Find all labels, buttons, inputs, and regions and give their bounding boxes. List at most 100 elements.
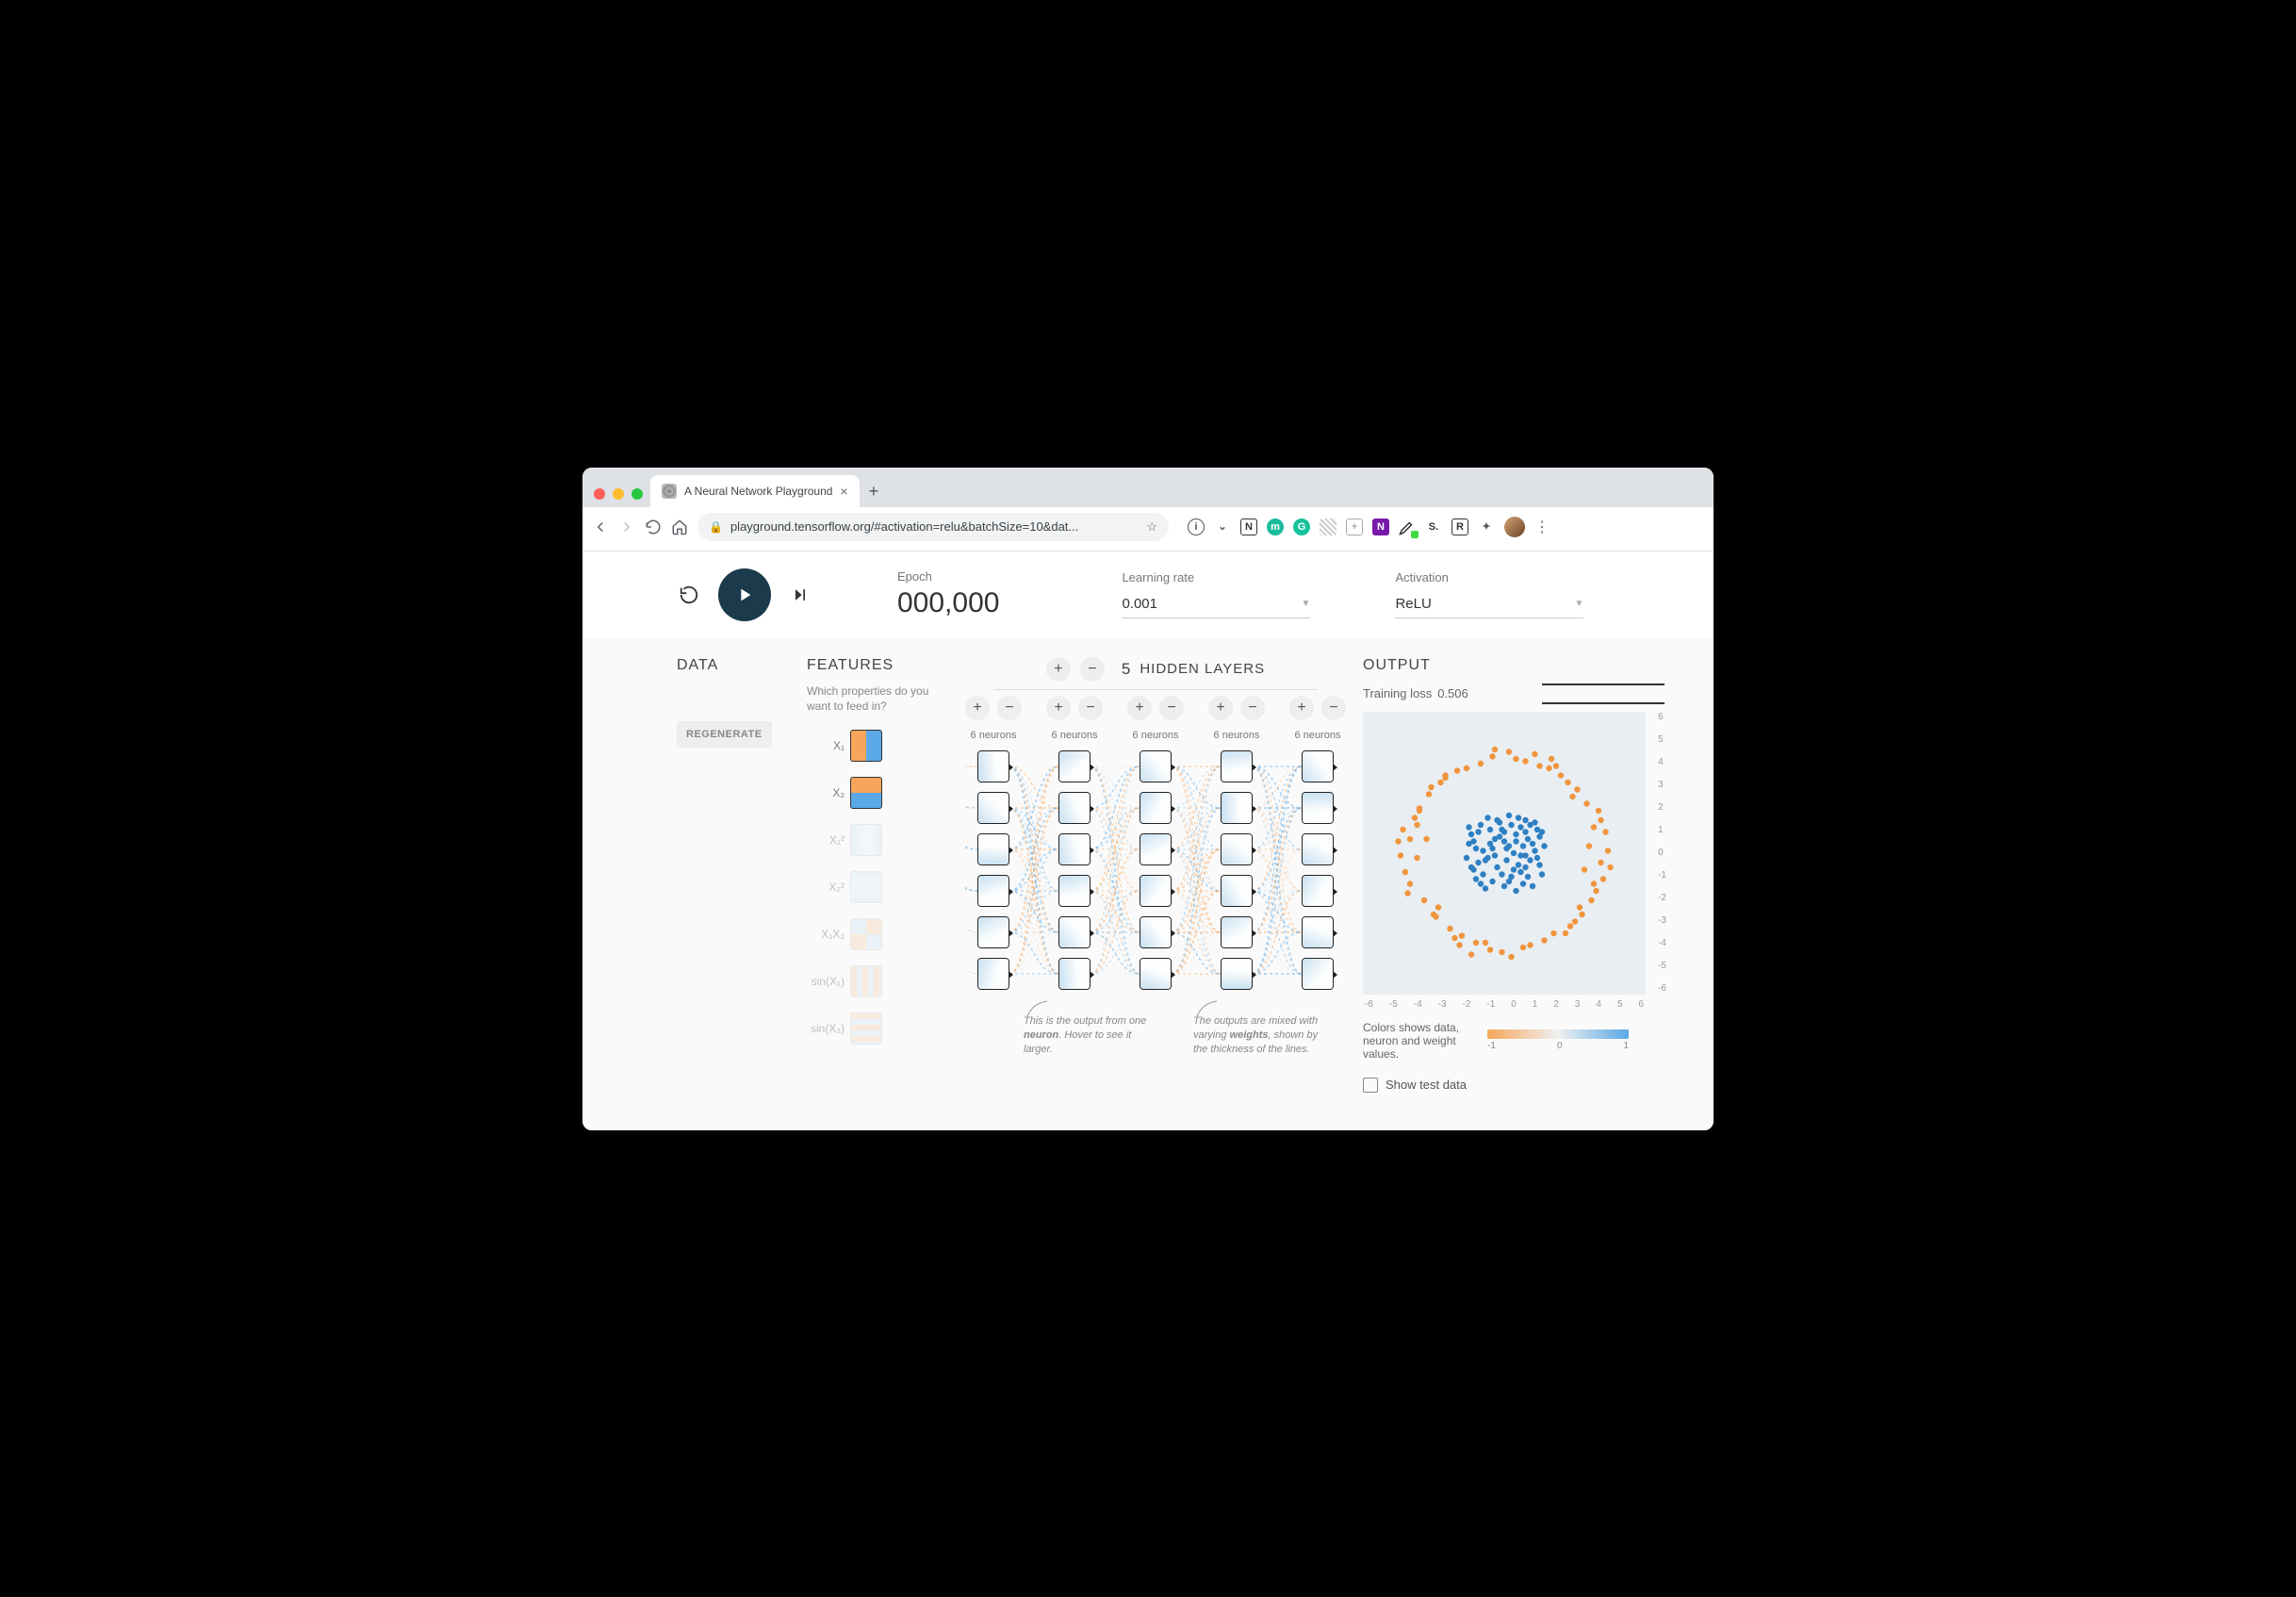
address-bar[interactable]: 🔒 playground.tensorflow.org/#activation=… (697, 513, 1169, 541)
add-layer-button[interactable]: + (1046, 657, 1071, 682)
feature-thumbnail[interactable] (850, 871, 882, 903)
tab-close-icon[interactable]: × (840, 484, 847, 499)
neuron-node[interactable] (1221, 750, 1253, 782)
feature-row[interactable]: X₁X₂ (807, 918, 948, 950)
add-neuron-button[interactable]: + (1208, 696, 1233, 720)
remove-neuron-button[interactable]: − (1078, 696, 1103, 720)
regenerate-button[interactable]: REGENERATE (677, 721, 772, 748)
ext-teal-icon[interactable]: m (1267, 519, 1284, 535)
ext-s-icon[interactable]: S. (1425, 519, 1442, 535)
ext-info-icon[interactable]: i (1188, 519, 1205, 535)
training-loss-row: Training loss 0.506 (1363, 683, 1665, 704)
neuron-node[interactable] (1302, 750, 1334, 782)
neuron-node[interactable] (1140, 958, 1172, 990)
neuron-node[interactable] (1221, 916, 1253, 948)
maximize-window-icon[interactable] (631, 488, 643, 500)
neuron-node[interactable] (977, 833, 1009, 865)
network-callouts: This is the output from one neuron. Hove… (965, 990, 1346, 1058)
feature-row[interactable]: X₁ (807, 730, 948, 762)
learning-rate-dropdown[interactable]: 0.001 ▼ (1122, 590, 1310, 618)
neuron-node[interactable] (1140, 916, 1172, 948)
neuron-node[interactable] (1221, 958, 1253, 990)
neuron-node[interactable] (1221, 875, 1253, 907)
ext-puzzle-icon[interactable]: ✦ (1478, 519, 1495, 535)
neuron-node[interactable] (977, 792, 1009, 824)
remove-neuron-button[interactable]: − (1321, 696, 1346, 720)
ext-pocket-icon[interactable]: ⌄ (1214, 519, 1231, 535)
play-button[interactable] (718, 568, 771, 621)
neuron-node[interactable] (1221, 792, 1253, 824)
feature-row[interactable]: sin(X₂) (807, 1013, 948, 1045)
add-neuron-button[interactable]: + (1127, 696, 1152, 720)
remove-neuron-button[interactable]: − (1240, 696, 1265, 720)
nav-home-icon[interactable] (671, 519, 688, 535)
neuron-node[interactable] (1302, 875, 1334, 907)
activation-dropdown[interactable]: ReLU ▼ (1395, 590, 1583, 618)
nav-back-icon[interactable] (592, 519, 609, 535)
neuron-node[interactable] (1058, 916, 1091, 948)
ext-onenote-icon[interactable]: N (1372, 519, 1389, 535)
new-tab-button[interactable]: + (860, 482, 889, 507)
feature-label: sin(X₁) (807, 975, 845, 988)
hidden-layer: +− 6 neurons (1127, 696, 1184, 990)
bookmark-star-icon[interactable]: ☆ (1146, 519, 1157, 535)
ext-notion-icon[interactable]: N (1240, 519, 1257, 535)
neuron-count-label: 6 neurons (1133, 730, 1179, 741)
neuron-node[interactable] (1058, 958, 1091, 990)
ext-picker-icon[interactable] (1399, 519, 1416, 535)
chrome-menu-icon[interactable]: ⋮ (1534, 518, 1550, 536)
neuron-node[interactable] (1140, 875, 1172, 907)
ext-grid-icon[interactable] (1320, 519, 1337, 535)
neuron-node[interactable] (1140, 792, 1172, 824)
remove-neuron-button[interactable]: − (1159, 696, 1184, 720)
chrome-tab-strip: A Neural Network Playground × + (582, 468, 1714, 507)
feature-thumbnail[interactable] (850, 918, 882, 950)
ext-plus-icon[interactable]: + (1346, 519, 1363, 535)
neuron-node[interactable] (977, 875, 1009, 907)
feature-thumbnail[interactable] (850, 777, 882, 809)
data-title: DATA (677, 657, 790, 674)
neuron-node[interactable] (1140, 833, 1172, 865)
feature-row[interactable]: sin(X₁) (807, 965, 948, 997)
neuron-count-label: 6 neurons (1214, 730, 1260, 741)
ext-grammarly-icon[interactable]: G (1293, 519, 1310, 535)
feature-thumbnail[interactable] (850, 965, 882, 997)
remove-neuron-button[interactable]: − (997, 696, 1022, 720)
feature-thumbnail[interactable] (850, 824, 882, 856)
neuron-node[interactable] (1302, 916, 1334, 948)
neuron-node[interactable] (1140, 750, 1172, 782)
neuron-node[interactable] (977, 916, 1009, 948)
close-window-icon[interactable] (594, 488, 605, 500)
add-neuron-button[interactable]: + (1046, 696, 1071, 720)
nav-reload-icon[interactable] (645, 519, 662, 535)
nav-forward-icon[interactable] (618, 519, 635, 535)
legend-text: Colors shows data, neuron and weight val… (1363, 1021, 1476, 1061)
neuron-node[interactable] (1302, 958, 1334, 990)
neuron-node[interactable] (1302, 792, 1334, 824)
minimize-window-icon[interactable] (613, 488, 624, 500)
neuron-node[interactable] (1058, 833, 1091, 865)
neuron-node[interactable] (977, 750, 1009, 782)
add-neuron-button[interactable]: + (1289, 696, 1314, 720)
browser-window: A Neural Network Playground × + 🔒 playgr… (582, 468, 1714, 1130)
feature-row[interactable]: X₂ (807, 777, 948, 809)
neuron-node[interactable] (1058, 792, 1091, 824)
feature-row[interactable]: X₂² (807, 871, 948, 903)
remove-layer-button[interactable]: − (1080, 657, 1105, 682)
feature-row[interactable]: X₁² (807, 824, 948, 856)
feature-thumbnail[interactable] (850, 730, 882, 762)
add-neuron-button[interactable]: + (965, 696, 990, 720)
browser-tab[interactable]: A Neural Network Playground × (650, 475, 860, 507)
neuron-node[interactable] (1302, 833, 1334, 865)
reset-button[interactable] (677, 583, 701, 607)
show-test-data-checkbox[interactable] (1363, 1078, 1378, 1093)
neuron-node[interactable] (1221, 833, 1253, 865)
learning-rate-label: Learning rate (1122, 570, 1310, 584)
step-button[interactable] (788, 583, 812, 607)
neuron-node[interactable] (1058, 875, 1091, 907)
ext-r-icon[interactable]: R (1451, 519, 1468, 535)
feature-thumbnail[interactable] (850, 1013, 882, 1045)
profile-avatar[interactable] (1504, 517, 1525, 537)
neuron-node[interactable] (977, 958, 1009, 990)
neuron-node[interactable] (1058, 750, 1091, 782)
